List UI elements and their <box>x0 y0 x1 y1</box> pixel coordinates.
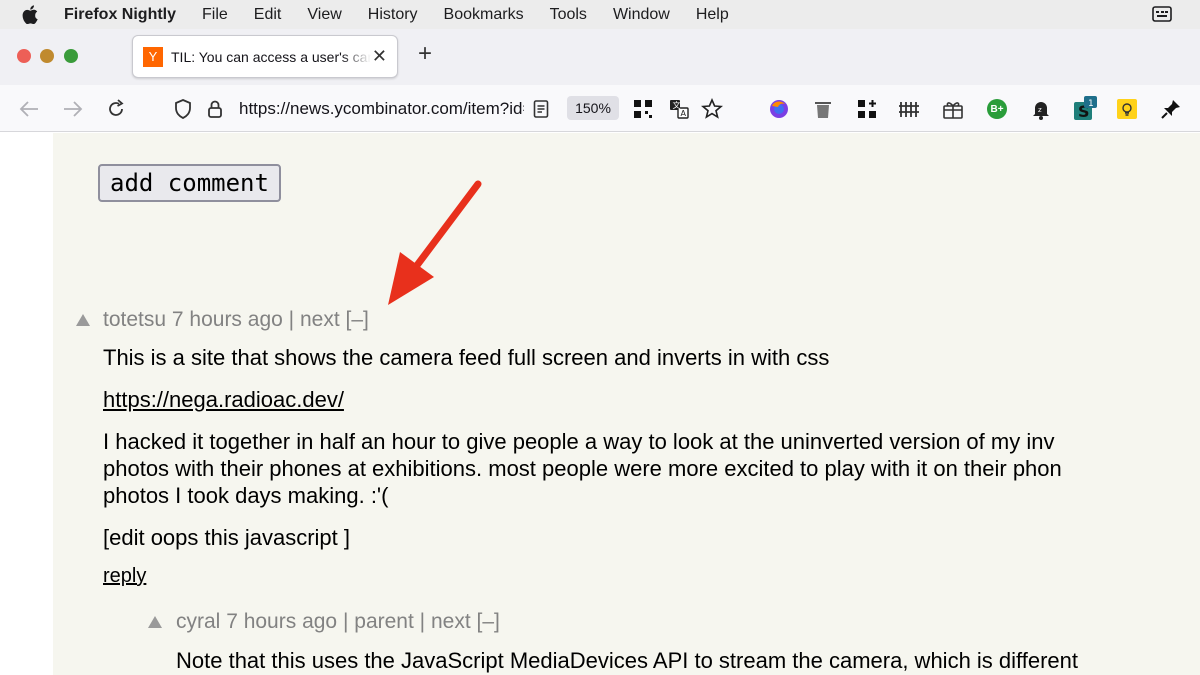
translate-icon[interactable]: 文A <box>666 96 692 122</box>
fence-icon[interactable] <box>896 96 922 122</box>
add-comment-button[interactable]: add comment <box>98 164 281 202</box>
parent-link[interactable]: parent <box>354 610 414 633</box>
page-content: add comment totetsu 7 hours ago | next [… <box>0 133 1200 675</box>
macos-menu-bar: Firefox Nightly File Edit View History B… <box>0 0 1200 29</box>
reply-link[interactable]: reply <box>103 565 146 588</box>
firefox-account-icon[interactable] <box>766 96 792 122</box>
menu-bookmarks[interactable]: Bookmarks <box>444 6 524 24</box>
tab-title: TIL: You can access a user's camera <box>171 48 371 65</box>
comment-header: totetsu 7 hours ago | next [–] <box>103 308 369 332</box>
separator: | <box>419 610 426 633</box>
address-bar[interactable]: https://news.ycombinator.com/item?id= <box>162 89 628 129</box>
comment-author[interactable]: totetsu <box>103 308 166 331</box>
menu-tools[interactable]: Tools <box>550 6 587 24</box>
comment-link[interactable]: https://nega.radioac.dev/ <box>103 386 344 413</box>
s-extension-icon[interactable]: S1 <box>1072 96 1098 122</box>
add-grid-icon[interactable] <box>854 96 880 122</box>
comment-line: [edit oops this javascript ] <box>103 525 351 550</box>
active-tab[interactable]: Y TIL: You can access a user's camera ✕ <box>132 35 398 78</box>
trash-icon[interactable] <box>810 96 836 122</box>
svg-text:文: 文 <box>673 100 681 110</box>
menu-app-name[interactable]: Firefox Nightly <box>64 6 176 24</box>
comment-line: Note that this uses the JavaScript Media… <box>176 648 1079 673</box>
apple-logo-icon[interactable] <box>22 5 42 24</box>
zoom-level-badge[interactable]: 150% <box>567 96 619 120</box>
separator: | <box>342 610 349 633</box>
menu-edit[interactable]: Edit <box>254 6 282 24</box>
menu-window[interactable]: Window <box>613 6 670 24</box>
window-zoom-button[interactable] <box>64 49 78 63</box>
separator: | <box>288 308 295 331</box>
sleep-bell-icon[interactable]: z <box>1028 96 1054 122</box>
menu-file[interactable]: File <box>202 6 228 24</box>
comment-header: cyral 7 hours ago | parent | next [–] <box>176 610 500 634</box>
comment-age[interactable]: 7 hours ago <box>226 610 337 633</box>
comment-author[interactable]: cyral <box>176 610 220 633</box>
comment-line: This is a site that shows the camera fee… <box>103 345 830 370</box>
new-tab-plus-icon[interactable]: + <box>414 42 436 66</box>
comment-line: photos I took days making. :'( <box>103 483 389 508</box>
tab-strip: Y TIL: You can access a user's camera ✕ … <box>0 29 1200 85</box>
collapse-toggle[interactable]: [–] <box>477 610 500 633</box>
comment-line: I hacked it together in half an hour to … <box>103 429 1055 454</box>
menu-history[interactable]: History <box>368 6 418 24</box>
menu-view[interactable]: View <box>307 6 341 24</box>
lightbulb-extension-icon[interactable] <box>1114 96 1140 122</box>
hacker-news-favicon-icon: Y <box>143 46 163 67</box>
back-arrow-icon[interactable] <box>16 96 42 122</box>
forward-arrow-icon[interactable] <box>60 96 86 122</box>
reader-view-icon[interactable] <box>528 96 554 122</box>
svg-text:z: z <box>1038 106 1042 114</box>
bookmark-star-icon[interactable] <box>699 96 725 122</box>
collapse-toggle[interactable]: [–] <box>346 308 369 331</box>
grade-extension-icon[interactable]: B+ <box>984 96 1010 122</box>
svg-text:1: 1 <box>1088 99 1094 109</box>
comment-line: photos with their phones at exhibitions.… <box>103 456 1062 481</box>
upvote-arrow-icon[interactable] <box>76 314 90 326</box>
gift-icon[interactable] <box>940 96 966 122</box>
svg-text:A: A <box>681 109 687 118</box>
window-minimize-button[interactable] <box>40 49 54 63</box>
next-link[interactable]: next <box>431 610 471 633</box>
qr-code-icon[interactable] <box>630 96 656 122</box>
window-close-button[interactable] <box>17 49 31 63</box>
annotation-arrow-icon <box>388 180 482 305</box>
comment-age[interactable]: 7 hours ago <box>172 308 283 331</box>
next-link[interactable]: next <box>300 308 340 331</box>
tracking-shield-icon[interactable] <box>170 96 196 122</box>
menu-help[interactable]: Help <box>696 6 729 24</box>
pin-icon[interactable] <box>1158 96 1184 122</box>
reload-icon[interactable] <box>103 96 129 122</box>
url-text[interactable]: https://news.ycombinator.com/item?id= <box>239 99 524 119</box>
lock-icon[interactable] <box>202 96 228 122</box>
upvote-arrow-icon[interactable] <box>148 616 162 628</box>
tab-close-icon[interactable]: ✕ <box>372 46 387 66</box>
keyboard-input-icon[interactable] <box>1152 6 1172 27</box>
